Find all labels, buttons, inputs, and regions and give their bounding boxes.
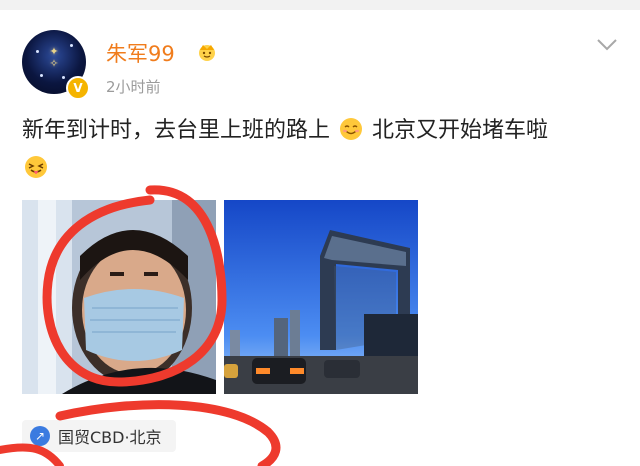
username[interactable]: 朱军99	[106, 38, 175, 68]
selfie-illustration	[22, 200, 216, 394]
tongue-wink-emoji	[25, 156, 47, 178]
crown-icon	[199, 45, 215, 61]
top-divider	[0, 0, 640, 10]
post-image-street[interactable]	[224, 200, 418, 394]
location-text: 国贸CBD·北京	[58, 428, 162, 447]
post-text: 新年到计时，去台里上班的路上 北京又开始堵车啦	[22, 112, 622, 188]
chevron-down-icon[interactable]	[596, 38, 618, 52]
post-text-part1: 新年到计时，去台里上班的路上	[22, 118, 331, 143]
post-image-selfie[interactable]	[22, 200, 216, 394]
street-illustration	[224, 200, 418, 394]
location-icon: ↗	[30, 426, 50, 446]
smile-emoji	[340, 118, 363, 140]
verified-badge-icon: V	[66, 76, 90, 100]
post-time: 2小时前	[106, 78, 161, 96]
location-tag[interactable]: ↗ 国贸CBD·北京	[22, 420, 176, 452]
post-text-part2: 北京又开始堵车啦	[372, 118, 549, 143]
avatar-logo: ✦ ✧	[49, 45, 59, 70]
